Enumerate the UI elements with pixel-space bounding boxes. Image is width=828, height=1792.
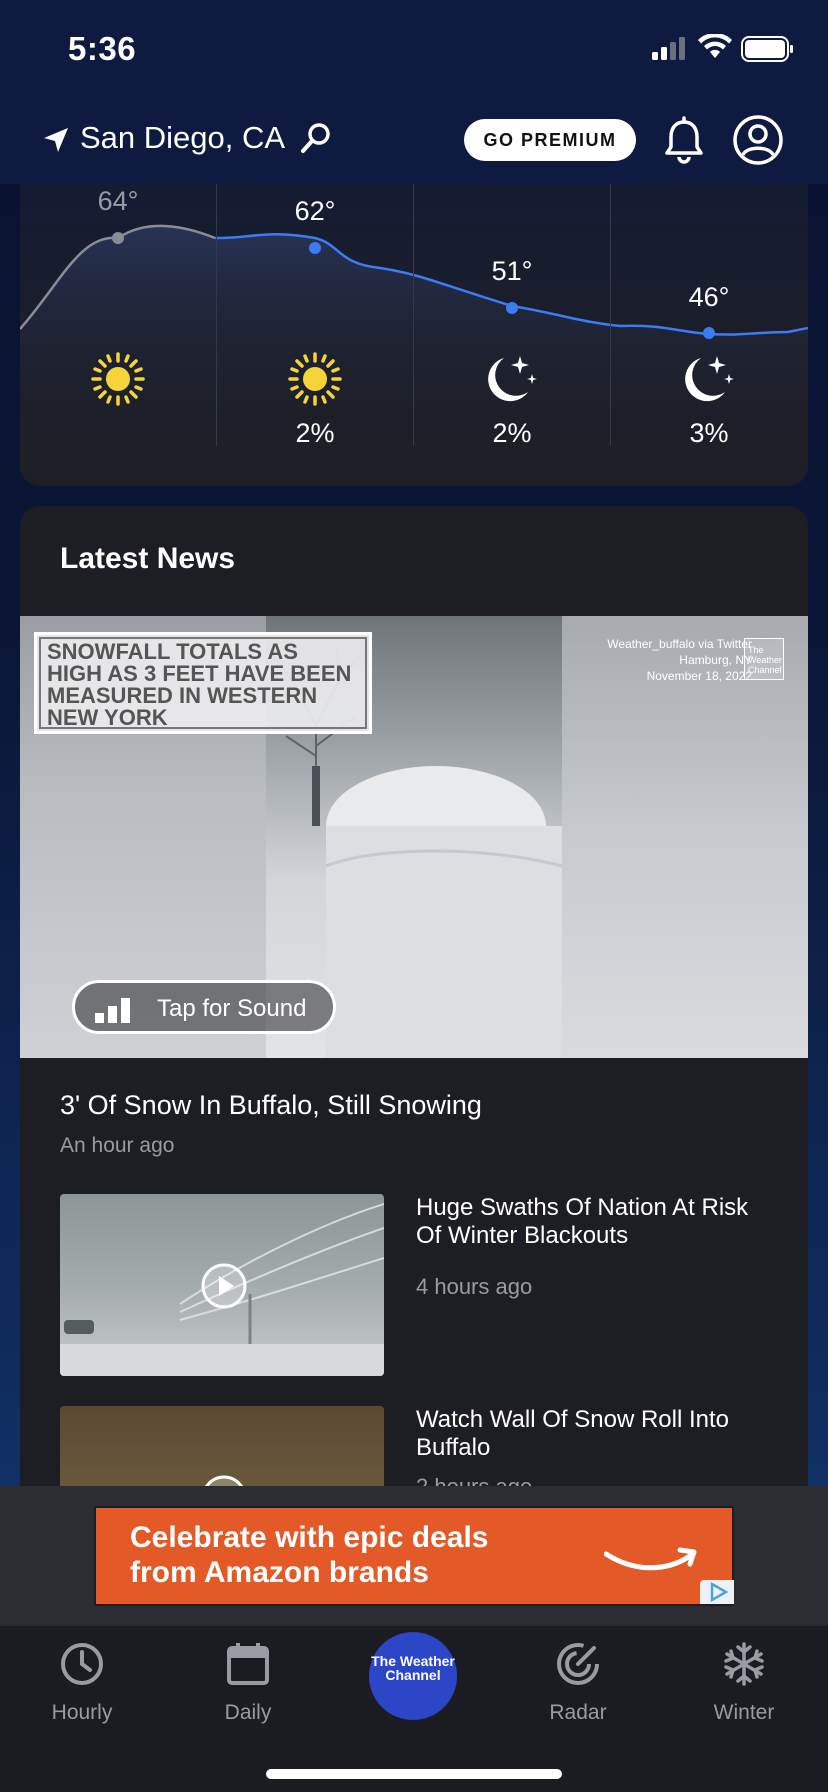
hour-precip: 3% [689, 418, 729, 448]
tab-label: Hourly [51, 1701, 113, 1724]
ad-area: Celebrate with epic deals from Amazon br… [0, 1486, 828, 1626]
profile-icon[interactable] [732, 114, 784, 166]
news-thumbnail[interactable] [60, 1194, 384, 1376]
play-icon[interactable] [200, 1262, 248, 1310]
cellular-signal-icon [652, 37, 685, 60]
tab-bar: Hourly Daily The Weather Channel Radar W… [0, 1626, 828, 1792]
search-icon[interactable] [300, 122, 332, 154]
news-item-title[interactable]: Watch Wall Of Snow Roll Into Buffalo [416, 1406, 776, 1462]
news-item-time: 4 hours ago [416, 1274, 533, 1299]
news-item-title[interactable]: Huge Swaths Of Nation At Risk Of Winter … [416, 1194, 776, 1250]
location-arrow-icon[interactable] [42, 126, 70, 154]
app-header: San Diego, CA GO PREMIUM [0, 100, 828, 184]
credit-source: Weather_buffalo via Twitter [607, 637, 752, 651]
tab-label: Radar [549, 1701, 607, 1724]
tab-label: Winter [713, 1701, 775, 1724]
wifi-icon [698, 34, 732, 58]
news-item-time: 2 hours ago [416, 1474, 532, 1486]
radar-icon [557, 1643, 599, 1685]
tap-for-sound-button[interactable]: Tap for Sound [72, 980, 336, 1034]
top-story-title[interactable]: 3' Of Snow In Buffalo, Still Snowing [60, 1090, 482, 1121]
hour-temp: 46° [688, 282, 730, 312]
tab-daily[interactable]: Daily [188, 1642, 308, 1725]
sun-icon [91, 352, 145, 406]
sun-icon [288, 352, 342, 406]
moon-stars-icon [685, 356, 734, 402]
tab-label: Daily [224, 1701, 272, 1724]
moon-stars-icon [488, 356, 537, 402]
video-caption: SNOWFALL TOTALS AS HIGH AS 3 FEET HAVE B… [34, 632, 372, 734]
column-divider [216, 184, 217, 446]
twc-watermark-logo: The Weather Channel [744, 638, 784, 680]
notification-bell-icon[interactable] [664, 116, 704, 164]
sound-label: Tap for Sound [157, 995, 307, 1022]
hourly-forecast-card[interactable]: 64° 62° 51° 46° 2% 2% 3% [20, 184, 808, 486]
clock-icon [61, 1643, 103, 1685]
go-premium-button[interactable]: GO PREMIUM [464, 119, 636, 161]
latest-news-card: Latest News SNOWFALL TOTALS AS HIGH AS 3… [20, 506, 808, 1486]
snowflake-icon [724, 1642, 764, 1686]
column-divider [413, 184, 414, 446]
news-thumbnail[interactable] [60, 1406, 384, 1486]
ad-banner[interactable]: Celebrate with epic deals from Amazon br… [94, 1506, 734, 1606]
hour-temp: 62° [294, 196, 336, 226]
credit-date: November 18, 2022 [646, 669, 752, 683]
play-icon[interactable] [200, 1474, 248, 1486]
tab-radar[interactable]: Radar [518, 1642, 638, 1725]
ad-text: Celebrate with epic deals from Amazon br… [130, 1521, 489, 1589]
ad-choices-triangle-icon [710, 1581, 729, 1603]
calendar-icon [227, 1643, 269, 1685]
ad-choices-icon[interactable] [700, 1580, 734, 1604]
tab-winter[interactable]: Winter [684, 1642, 804, 1725]
hour-temp: 64° [97, 186, 139, 216]
status-time: 5:36 [68, 30, 137, 67]
credit-location: Hamburg, NY [679, 653, 752, 667]
hour-precip: 2% [295, 418, 335, 448]
top-story-time: An hour ago [60, 1134, 175, 1157]
twc-home-button[interactable]: The Weather Channel [369, 1632, 457, 1720]
amazon-smile-logo [604, 1547, 697, 1571]
section-title: Latest News [60, 542, 236, 575]
home-indicator [266, 1769, 562, 1779]
tab-hourly[interactable]: Hourly [22, 1642, 142, 1725]
hero-video[interactable]: SNOWFALL TOTALS AS HIGH AS 3 FEET HAVE B… [20, 616, 808, 1058]
status-bar: 5:36 [0, 0, 828, 100]
hour-temp: 51° [491, 256, 533, 286]
hour-precip: 2% [492, 418, 532, 448]
video-credit: Weather_buffalo via Twitter Hamburg, NY … [540, 636, 752, 684]
column-divider [610, 184, 611, 446]
volume-bars-icon [95, 998, 130, 1023]
location-name[interactable]: San Diego, CA [80, 120, 285, 156]
battery-icon [741, 36, 793, 62]
